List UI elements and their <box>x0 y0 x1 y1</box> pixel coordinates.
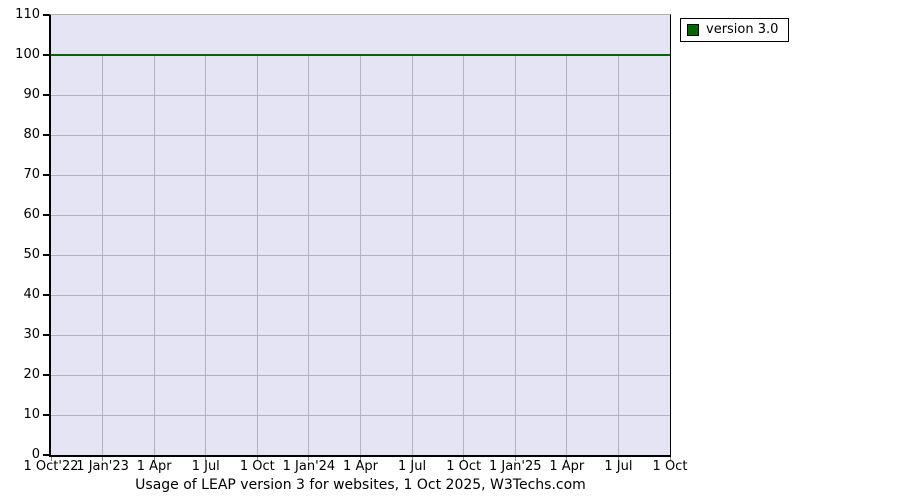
y-tick <box>43 414 49 416</box>
y-tick-label: 40 <box>23 287 40 302</box>
y-tick <box>43 294 49 296</box>
y-tick-label: 50 <box>23 247 40 262</box>
y-tick-label: 20 <box>23 367 40 382</box>
chart-canvas: 0 10 20 30 40 50 60 70 80 90 100 110 1 Oct'22 1 Jan'2… <box>0 0 900 500</box>
legend-swatch-icon <box>687 23 699 36</box>
series-line-version-3-0 <box>51 54 670 56</box>
chart-title: Usage of LEAP version 3 for websites, 1 … <box>135 477 586 493</box>
y-tick-label: 100 <box>15 47 40 62</box>
y-tick <box>43 374 49 376</box>
v-gridline <box>308 55 310 455</box>
v-gridline <box>463 55 465 455</box>
v-gridline <box>360 55 361 455</box>
v-gridline <box>205 55 207 455</box>
y-tick <box>43 174 49 176</box>
v-gridline <box>153 55 155 455</box>
y-tick-label: 90 <box>23 87 40 102</box>
v-gridline <box>256 55 258 455</box>
v-gridline <box>514 55 516 455</box>
y-tick <box>43 254 49 256</box>
y-tick-label: 70 <box>23 167 40 182</box>
y-tick <box>43 214 49 216</box>
y-tick-label: 60 <box>23 207 40 222</box>
y-tick <box>43 334 49 336</box>
legend: version 3.0 <box>680 18 790 42</box>
v-gridline <box>102 55 104 455</box>
y-tick-label: 10 <box>23 407 40 422</box>
y-tick <box>43 14 49 16</box>
x-tick-label: 1 Oct <box>652 459 688 474</box>
y-tick-label: 80 <box>23 127 40 142</box>
y-tick <box>43 134 49 136</box>
y-tick <box>43 54 49 56</box>
y-tick <box>43 454 49 456</box>
y-tick <box>43 94 49 96</box>
v-gridline <box>617 55 619 455</box>
v-gridline <box>411 55 413 455</box>
y-tick-label: 30 <box>23 327 40 342</box>
y-tick-label: 110 <box>15 7 40 22</box>
v-gridline <box>566 55 568 455</box>
legend-series-label: version 3.0 <box>706 22 779 37</box>
